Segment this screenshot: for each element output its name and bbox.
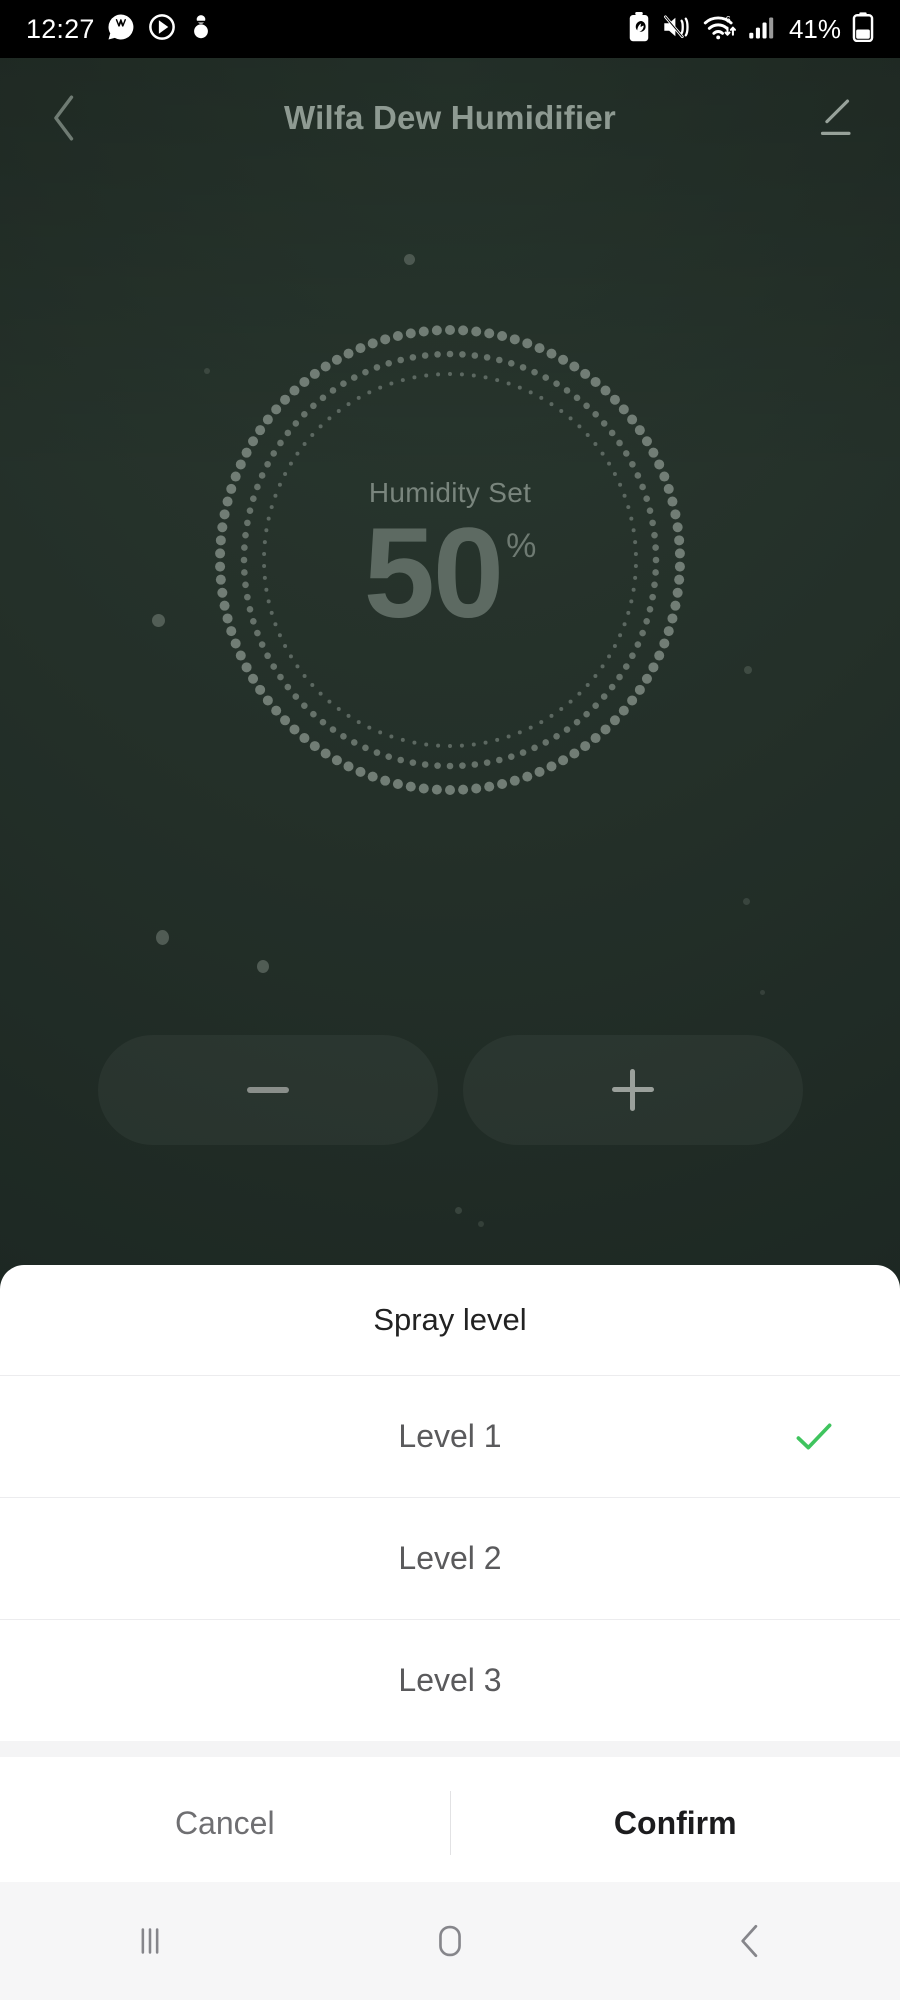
increase-humidity-button[interactable] <box>462 1035 803 1145</box>
system-nav-bar <box>0 1882 900 2000</box>
nav-home-button[interactable] <box>375 1891 525 1991</box>
nav-back-button[interactable] <box>675 1891 825 1991</box>
svg-text:6: 6 <box>726 14 731 24</box>
whatsapp-icon <box>106 12 136 47</box>
edit-pencil-icon <box>820 99 851 136</box>
bubble-particle <box>478 1221 484 1227</box>
option-row-level-3[interactable]: Level 3 <box>0 1620 900 1741</box>
wifi-6-icon: 6 <box>703 12 737 47</box>
check-icon <box>794 1420 834 1454</box>
option-row-level-2[interactable]: Level 2 <box>0 1498 900 1619</box>
sheet-spacer <box>0 1741 900 1757</box>
status-clock: 12:27 <box>26 13 95 44</box>
home-icon <box>439 1925 461 1957</box>
sheet-actions: Cancel Confirm <box>0 1757 900 1889</box>
decrease-humidity-button[interactable] <box>97 1035 438 1145</box>
option-label: Level 3 <box>398 1662 502 1698</box>
dial-value: 50 <box>363 502 504 646</box>
battery-percent-label: 41% <box>788 14 841 44</box>
app-header: Wilfa Dew Humidifier <box>0 58 900 178</box>
confirm-button[interactable]: Confirm <box>451 1757 900 1889</box>
bubble-particle <box>152 614 165 627</box>
dial-value-row: 50 % <box>363 502 537 646</box>
dial-unit: % <box>506 527 537 566</box>
status-bar-left: 12:27 <box>26 12 214 47</box>
bubble-particle <box>744 666 752 674</box>
mute-vibrate-icon <box>662 13 692 46</box>
option-label: Level 1 <box>398 1418 502 1454</box>
dial-readout: Humidity Set 50 % <box>170 280 730 840</box>
option-label: Level 2 <box>398 1540 502 1576</box>
nav-recents-button[interactable] <box>75 1891 225 1991</box>
page-title: Wilfa Dew Humidifier <box>284 99 616 136</box>
media-circle-icon <box>147 12 177 47</box>
status-bar-right: 6 41% <box>627 11 874 47</box>
bubble-particle <box>743 898 750 905</box>
cancel-button[interactable]: Cancel <box>0 1757 450 1889</box>
header-edit-button[interactable] <box>804 87 866 149</box>
battery-saver-icon <box>627 11 651 47</box>
humidity-dial[interactable]: Humidity Set 50 % <box>170 280 730 840</box>
phone-screen: 12:27 6 41% Wilfa Dew Humidifier Humidit… <box>0 0 900 2000</box>
cellular-signal-icon <box>748 13 776 46</box>
recents-icon <box>141 1928 159 1954</box>
stepper-row <box>0 1035 900 1145</box>
bubble-particle <box>404 254 415 265</box>
sheet-title: Spray level <box>373 1302 527 1337</box>
bubble-particle <box>455 1207 462 1214</box>
back-icon <box>741 1924 758 1958</box>
battery-icon <box>852 11 874 47</box>
back-chevron-icon <box>54 95 74 141</box>
minus-icon <box>246 1087 289 1093</box>
header-back-button[interactable] <box>34 87 96 149</box>
bubble-particle <box>257 960 269 973</box>
plus-icon <box>611 1069 654 1111</box>
bubble-particle <box>156 930 169 945</box>
status-bar: 12:27 6 41% <box>0 0 900 58</box>
snowman-icon <box>188 13 214 46</box>
bubble-particle <box>760 990 765 995</box>
option-row-level-1[interactable]: Level 1 <box>0 1376 900 1497</box>
